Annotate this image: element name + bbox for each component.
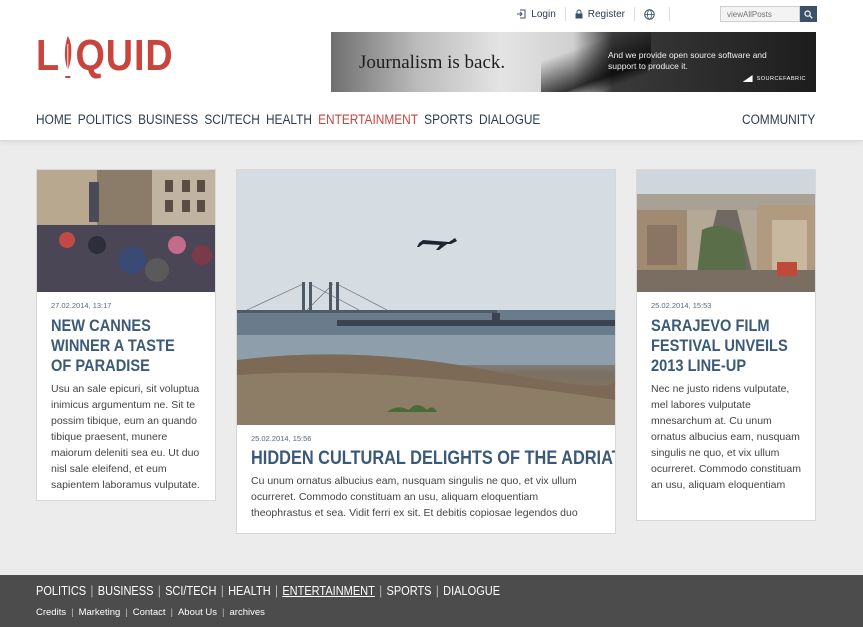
top-utility-bar: Login Register: [507, 6, 817, 22]
login-label: Login: [531, 8, 556, 20]
article-card[interactable]: 27.02.2014, 13:17 NEW CANNES WINNER A TA…: [36, 169, 216, 501]
footer-link-credits[interactable]: Credits: [36, 607, 66, 618]
article-title[interactable]: SARAJEVO FILM FESTIVAL UNVEILS 2013 LINE…: [651, 316, 802, 376]
article-excerpt: Cu unum ornatus albucius eam, nusquam si…: [251, 475, 578, 519]
quill-icon: [64, 36, 72, 78]
register-link[interactable]: Register: [566, 7, 635, 21]
footer-nav-item-dialogue[interactable]: DIALOGUE: [443, 584, 500, 598]
nav-item-dialogue[interactable]: DIALOGUE: [479, 112, 540, 127]
globe-icon: [644, 8, 655, 20]
search-input[interactable]: [720, 6, 800, 22]
article-title[interactable]: NEW CANNES WINNER A TASTE OF PARADISE: [51, 316, 193, 376]
nav-item-scitech[interactable]: SCI/TECH: [204, 112, 259, 127]
footer-separator: |: [220, 584, 224, 598]
footer-nav-item-business[interactable]: BUSINESS: [98, 584, 154, 598]
footer-links: Credits | Marketing | Contact | About Us | archi…: [36, 607, 265, 618]
footer-nav-item-entertainment[interactable]: ENTERTAINMENT: [282, 584, 374, 598]
search-icon: [804, 9, 813, 19]
footer-navigation: POLITICS | BUSINESS | SCI/TECH | HEALTH | ENTERT…: [36, 584, 500, 598]
article-text: 25.02.2014, 15:56 HIDDEN CULTURAL DELIGH…: [237, 425, 615, 521]
footer-separator: |: [125, 607, 128, 618]
article-photo: [237, 170, 615, 425]
article-photo: [637, 170, 815, 292]
site-logo[interactable]: L QUID: [36, 34, 174, 78]
search-box: [720, 6, 817, 22]
banner-brand: SOURCEFABRIC: [742, 75, 806, 82]
footer-separator: |: [222, 607, 225, 618]
article-date: 27.02.2014, 13:17: [51, 301, 112, 310]
nav-item-home[interactable]: HOME: [36, 112, 72, 127]
article-photo: [37, 170, 215, 292]
language-selector[interactable]: [635, 7, 670, 21]
article-title[interactable]: HIDDEN CULTURAL DELIGHTS OF THE ADRIATIC: [251, 449, 615, 469]
register-label: Register: [587, 8, 625, 20]
search-button[interactable]: [800, 6, 817, 22]
nav-item-sports[interactable]: SPORTS: [424, 112, 473, 127]
footer-link-contact[interactable]: Contact: [133, 607, 166, 618]
nav-item-health[interactable]: HEALTH: [266, 112, 312, 127]
site-header: Login Register L QUID Journalism is back…: [0, 0, 863, 141]
login-link[interactable]: Login: [507, 7, 566, 21]
article-text: 27.02.2014, 13:17 NEW CANNES WINNER A TA…: [37, 292, 215, 493]
footer-link-archives[interactable]: archives: [230, 607, 265, 618]
nav-item-entertainment[interactable]: ENTERTAINMENT: [318, 112, 418, 127]
article-excerpt: Nec ne justo ridens vulputate, mel labor…: [651, 383, 801, 491]
community-link[interactable]: COMMUNITY: [742, 112, 815, 127]
article-image-spanish-steps[interactable]: [37, 170, 215, 292]
banner-tagline: And we provide open source software and …: [608, 50, 767, 71]
advertisement-banner[interactable]: Journalism is back. And we provide open …: [331, 32, 816, 92]
main-navigation: HOME POLITICS BUSINESS SCI/TECH HEALTH ENTERT…: [36, 112, 547, 127]
footer-separator: |: [71, 607, 74, 618]
sourcefabric-logo-icon: [742, 75, 753, 82]
footer-separator: |: [157, 584, 161, 598]
footer-link-aboutus[interactable]: About Us: [178, 607, 217, 618]
nav-item-business[interactable]: BUSINESS: [138, 112, 198, 127]
banner-brand-label: SOURCEFABRIC: [756, 75, 806, 82]
article-card[interactable]: 25.02.2014, 15:53 SARAJEVO FILM FESTIVAL…: [636, 169, 816, 521]
featured-article-card[interactable]: 25.02.2014, 15:56 HIDDEN CULTURAL DELIGH…: [236, 169, 616, 534]
article-excerpt: Usu an sale epicuri, sit voluptua inimic…: [51, 383, 200, 491]
article-date: 25.02.2014, 15:56: [251, 434, 312, 443]
article-image-sarajevo[interactable]: [637, 170, 815, 292]
login-icon: [517, 9, 526, 19]
footer-nav-item-sports[interactable]: SPORTS: [386, 584, 431, 598]
logo-letter-l: L: [36, 31, 60, 80]
logo-text: QUID: [75, 31, 174, 80]
footer-nav-item-politics[interactable]: POLITICS: [36, 584, 86, 598]
article-text: 25.02.2014, 15:53 SARAJEVO FILM FESTIVAL…: [637, 292, 815, 493]
banner-headline: Journalism is back.: [359, 52, 506, 73]
lock-icon: [575, 9, 583, 19]
footer-link-marketing[interactable]: Marketing: [79, 607, 121, 618]
footer-nav-item-scitech[interactable]: SCI/TECH: [165, 584, 216, 598]
footer-separator: |: [379, 584, 383, 598]
footer-separator: |: [435, 584, 439, 598]
footer-nav-item-health[interactable]: HEALTH: [228, 584, 271, 598]
article-image-bridge[interactable]: [237, 170, 615, 425]
site-footer: POLITICS | BUSINESS | SCI/TECH | HEALTH | ENTERT…: [0, 575, 863, 627]
article-date: 25.02.2014, 15:53: [651, 301, 712, 310]
footer-separator: |: [170, 607, 173, 618]
footer-separator: |: [90, 584, 94, 598]
footer-separator: |: [275, 584, 278, 598]
nav-item-politics[interactable]: POLITICS: [78, 112, 132, 127]
